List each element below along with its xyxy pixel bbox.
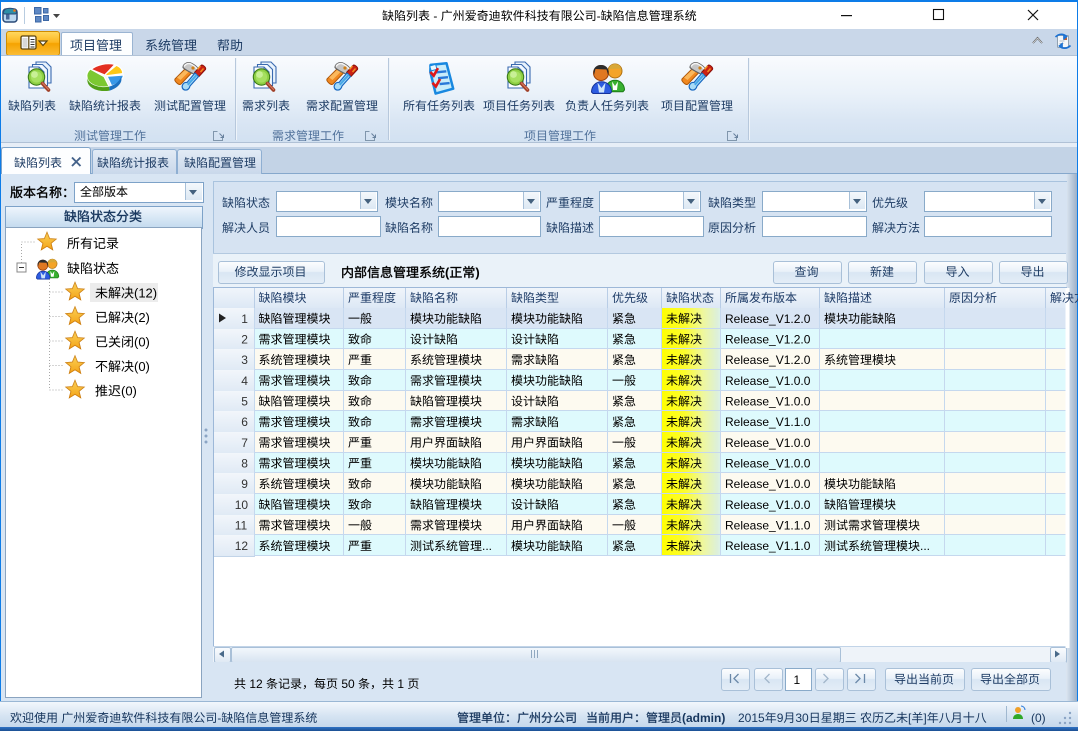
svg-text:(admin): (admin) xyxy=(682,711,725,725)
svg-text:12: 12 xyxy=(235,539,249,553)
svg-text:(: ( xyxy=(445,265,450,280)
svg-text:...: ... xyxy=(482,539,492,553)
svg-text:10: 10 xyxy=(235,498,249,512)
svg-text:Release_V1.0.0: Release_V1.0.0 xyxy=(725,436,811,450)
svg-text:6: 6 xyxy=(241,415,248,429)
svg-text:3: 3 xyxy=(241,353,248,367)
svg-text:(0): (0) xyxy=(1031,711,1046,725)
svg-text:Release_V1.1.0: Release_V1.1.0 xyxy=(725,519,811,533)
svg-text:-: - xyxy=(217,711,221,725)
svg-text:1: 1 xyxy=(394,677,407,691)
svg-text:Release_V1.0.0: Release_V1.0.0 xyxy=(725,457,811,471)
svg-text:8: 8 xyxy=(241,457,248,471)
svg-text:50: 50 xyxy=(338,677,358,691)
svg-text:2: 2 xyxy=(241,333,248,347)
svg-text:4: 4 xyxy=(241,374,248,388)
svg-text:]: ] xyxy=(923,711,926,725)
svg-text:-: - xyxy=(430,9,441,23)
svg-text:Release_V1.0.0: Release_V1.0.0 xyxy=(725,395,811,409)
svg-text:(0): (0) xyxy=(134,359,150,374)
svg-text:7: 7 xyxy=(241,436,248,450)
svg-text:(12): (12) xyxy=(134,286,157,301)
svg-text:...: ... xyxy=(920,539,930,553)
svg-text:9: 9 xyxy=(241,477,248,491)
svg-text:11: 11 xyxy=(235,519,248,533)
svg-text:Release_V1.0.0: Release_V1.0.0 xyxy=(725,374,811,388)
svg-text:Release_V1.0.0: Release_V1.0.0 xyxy=(725,477,811,491)
svg-text:1: 1 xyxy=(241,312,248,326)
svg-text:Release_V1.2.0: Release_V1.2.0 xyxy=(725,333,811,347)
svg-text:12: 12 xyxy=(246,677,266,691)
svg-text:Release_V1.0.0: Release_V1.0.0 xyxy=(725,498,811,512)
svg-text:): ) xyxy=(475,265,479,280)
svg-text:2015: 2015 xyxy=(738,711,765,725)
svg-text:1: 1 xyxy=(794,673,801,687)
svg-text:Release_V1.1.0: Release_V1.1.0 xyxy=(725,539,811,553)
svg-text:5: 5 xyxy=(241,395,248,409)
svg-text:Release_V1.2.0: Release_V1.2.0 xyxy=(725,312,811,326)
svg-text:(0): (0) xyxy=(121,384,137,399)
svg-text:(0): (0) xyxy=(134,335,150,350)
svg-text:Release_V1.1.0: Release_V1.1.0 xyxy=(725,415,811,429)
svg-text:(2): (2) xyxy=(134,310,150,325)
svg-text:-: - xyxy=(597,9,601,23)
svg-text:30: 30 xyxy=(795,711,809,725)
svg-text:9: 9 xyxy=(777,711,784,725)
svg-text:[: [ xyxy=(908,711,912,725)
svg-text:Release_V1.2.0: Release_V1.2.0 xyxy=(725,353,811,367)
